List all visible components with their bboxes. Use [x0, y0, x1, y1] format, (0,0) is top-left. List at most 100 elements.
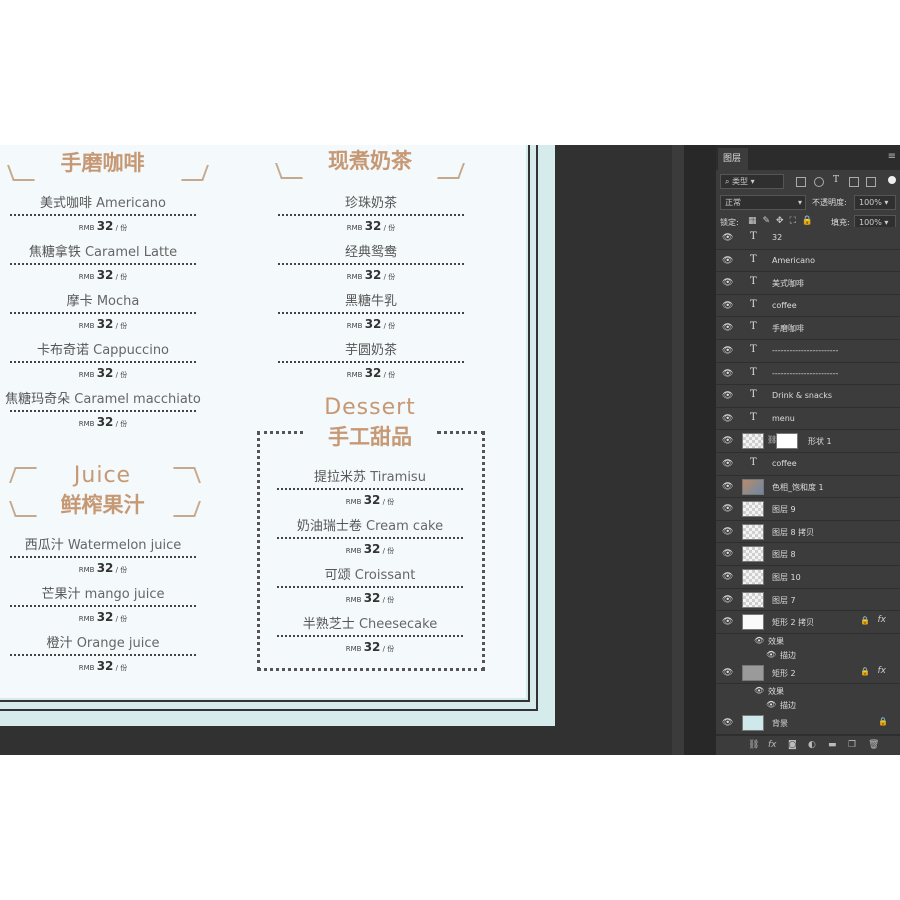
eye-icon[interactable]: 👁: [766, 650, 776, 659]
layer-row[interactable]: 👁 图层 9: [716, 498, 900, 521]
eye-icon[interactable]: 👁: [722, 301, 733, 311]
eye-icon[interactable]: 👁: [722, 504, 733, 514]
effect-label: 描边: [780, 650, 796, 660]
price-unit: / 份: [115, 273, 128, 281]
corner-bracket-icon: [9, 501, 37, 517]
layer-row[interactable]: 👁 T -----------------------: [716, 362, 900, 386]
layer-row[interactable]: 👁 矩形 2 拷贝 🔒 fx: [716, 611, 900, 634]
layer-row[interactable]: 👁 T 32: [716, 227, 900, 250]
lock-icon: 🔒: [860, 616, 870, 626]
filter-text-icon[interactable]: T: [833, 175, 839, 185]
dotted-divider: [277, 537, 463, 539]
layer-thumbnail: [742, 546, 764, 563]
layer-filter-select[interactable]: ⌕ 类型 ▾: [720, 174, 784, 189]
tab-layers[interactable]: 图层: [718, 148, 748, 170]
layer-row[interactable]: 👁 图层 8 拷贝: [716, 520, 900, 544]
panel-menu-icon[interactable]: ≡: [888, 151, 896, 162]
filter-shape-icon[interactable]: [849, 177, 859, 187]
text-layer-icon: T: [750, 298, 757, 310]
effects-row[interactable]: 👁 效果: [716, 633, 900, 648]
layer-row[interactable]: 👁 矩形 2 🔒 fx: [716, 661, 900, 685]
eye-icon[interactable]: 👁: [722, 718, 733, 728]
filter-adjust-icon[interactable]: [814, 177, 824, 187]
layer-row[interactable]: 👁 T menu: [716, 407, 900, 431]
opacity-input[interactable]: 100% ▾: [854, 195, 896, 210]
eye-icon[interactable]: 👁: [722, 391, 733, 401]
dotted-divider: [10, 556, 196, 558]
price-currency: RMB: [78, 420, 95, 428]
eye-icon[interactable]: 👁: [722, 346, 733, 356]
document-canvas-area[interactable]: 手磨咖啡 美式咖啡 Americano RMB 32 / 份 焦糖拿铁 Cara…: [0, 145, 672, 755]
layer-row[interactable]: 👁 T coffee: [716, 452, 900, 476]
add-mask-icon[interactable]: ◙: [788, 740, 797, 750]
filter-toggle-icon[interactable]: [888, 176, 896, 184]
layer-row[interactable]: 👁 T -----------------------: [716, 339, 900, 363]
eye-icon[interactable]: 👁: [766, 700, 776, 709]
eye-icon[interactable]: 👁: [722, 414, 733, 424]
eye-icon[interactable]: 👁: [722, 572, 733, 582]
price-currency: RMB: [345, 596, 362, 604]
eye-icon[interactable]: 👁: [722, 595, 733, 605]
effects-label: 效果: [768, 636, 784, 646]
eye-icon[interactable]: 👁: [722, 482, 733, 492]
layer-row[interactable]: 👁 T coffee: [716, 294, 900, 318]
layer-row[interactable]: 👁 图层 10: [716, 565, 900, 589]
price-unit: / 份: [115, 371, 128, 379]
eye-icon[interactable]: 👁: [722, 549, 733, 559]
layer-row[interactable]: 👁 T Drink & snacks: [716, 385, 900, 408]
layer-thumbnail: [742, 523, 764, 540]
item-price: RMB 32 / 份: [278, 268, 464, 282]
blend-mode-select[interactable]: 正常 ▾: [720, 195, 806, 210]
new-group-icon[interactable]: ▬: [828, 740, 837, 750]
effect-row[interactable]: 👁 描边: [716, 647, 900, 662]
dessert-frame-top-right: [437, 431, 485, 434]
item-cn: 西瓜汁: [24, 538, 64, 553]
eye-icon[interactable]: 👁: [722, 436, 733, 446]
eye-icon[interactable]: 👁: [722, 527, 733, 537]
lock-icons[interactable]: ▦✎✥⛶🔒: [748, 216, 819, 226]
eye-icon[interactable]: 👁: [722, 256, 733, 266]
filter-smart-icon[interactable]: [866, 177, 876, 187]
fx-icon[interactable]: fx: [878, 666, 887, 676]
price-value: 32: [363, 493, 381, 507]
eye-icon[interactable]: 👁: [722, 323, 733, 333]
dotted-divider: [277, 488, 463, 490]
eye-icon[interactable]: 👁: [722, 668, 733, 678]
dotted-divider: [10, 410, 196, 412]
layer-row[interactable]: 👁 背景 🔒: [716, 712, 900, 735]
trash-icon[interactable]: 🗑: [868, 740, 879, 750]
effects-row[interactable]: 👁 效果: [716, 684, 900, 699]
new-layer-icon[interactable]: ❐: [848, 740, 856, 750]
price-currency: RMB: [346, 322, 363, 330]
layer-row[interactable]: 👁 ⛓ 形状 1: [716, 430, 900, 453]
adjustment-layer-icon[interactable]: ◐: [808, 740, 816, 750]
menu-item: 西瓜汁 Watermelon juice RMB 32 / 份: [10, 534, 196, 575]
item-price: RMB 32 / 份: [277, 640, 463, 654]
layer-row[interactable]: 👁 图层 8: [716, 543, 900, 566]
eye-icon[interactable]: 👁: [754, 636, 764, 645]
layer-row[interactable]: 👁 色相_饱和度 1: [716, 475, 900, 499]
text-layer-icon: T: [750, 411, 757, 423]
eye-icon[interactable]: 👁: [754, 686, 764, 695]
fx-icon[interactable]: fx: [768, 740, 777, 750]
menu-item: 黑糖牛乳 RMB 32 / 份: [278, 290, 464, 331]
item-price: RMB 32 / 份: [10, 561, 196, 575]
lock-icon: 🔒: [878, 717, 888, 727]
eye-icon[interactable]: 👁: [722, 369, 733, 379]
price-currency: RMB: [78, 224, 95, 232]
eye-icon[interactable]: 👁: [722, 459, 733, 469]
eye-icon[interactable]: 👁: [722, 617, 733, 627]
layer-row[interactable]: 👁 T Americano: [716, 249, 900, 273]
eye-icon[interactable]: 👁: [722, 233, 733, 243]
price-unit: / 份: [382, 547, 395, 555]
menu-item: 芋圆奶茶 RMB 32 / 份: [278, 339, 464, 380]
layer-row[interactable]: 👁 图层 7: [716, 588, 900, 612]
filter-pixel-icon[interactable]: [796, 177, 806, 187]
eye-icon[interactable]: 👁: [722, 278, 733, 288]
link-layers-icon[interactable]: ⛓: [748, 740, 759, 750]
layer-row[interactable]: 👁 T 美式咖啡: [716, 272, 900, 295]
layer-row[interactable]: 👁 T 手磨咖啡: [716, 317, 900, 340]
fx-icon[interactable]: fx: [878, 615, 887, 625]
effect-row[interactable]: 👁 描边: [716, 698, 900, 713]
background-layer-thumbnail: [742, 715, 764, 732]
